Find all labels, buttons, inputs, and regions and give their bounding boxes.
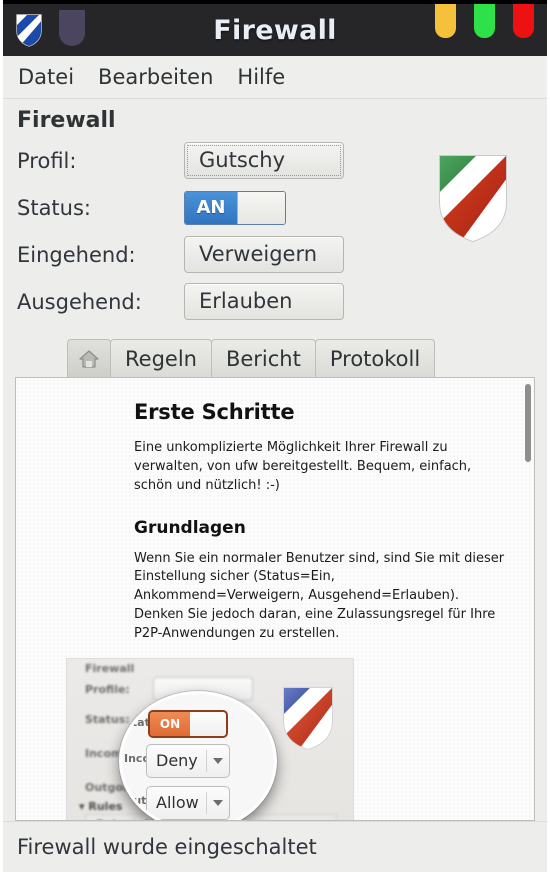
status-toggle[interactable]: AN	[184, 190, 286, 225]
doc-heading-grundlagen: Grundlagen	[134, 517, 246, 538]
documentation-panel: Erste Schritte Eine unkomplizierte Mögli…	[15, 377, 535, 821]
status-message: Firewall wurde eingeschaltet	[17, 835, 317, 859]
lens-incoming-value: Deny	[156, 751, 198, 771]
status-toggle-value: AN	[185, 191, 237, 224]
panel-scrollbar[interactable]	[522, 378, 534, 820]
window-controls	[435, 4, 534, 38]
profile-button[interactable]: Gutschy	[184, 142, 344, 179]
doc-paragraph-basics: Wenn Sie ein normaler Benutzer sind, sin…	[134, 550, 505, 641]
outgoing-button[interactable]: Erlauben	[184, 283, 344, 320]
firewall-shield-icon	[436, 152, 510, 244]
outgoing-label: Ausgehend:	[17, 289, 142, 314]
lens-toggle-value: ON	[150, 711, 190, 736]
lens-incoming-combo: Deny	[146, 743, 230, 778]
menubar: Datei Bearbeiten Hilfe	[3, 56, 547, 99]
rules-label: Rules	[88, 799, 123, 813]
magnifier-lens: Status: ON Incoming: Deny Outgoing:	[119, 690, 277, 820]
screenshot-title: Firewall	[85, 661, 135, 675]
doc-screenshot-illustration: Firewall Profile: Status: Incoming: Outg…	[66, 657, 354, 820]
home-icon	[79, 349, 99, 368]
close-button[interactable]	[513, 4, 534, 38]
lens-outgoing-value: Allow	[156, 793, 199, 813]
profile-label: Profil:	[17, 148, 77, 173]
lens-status-toggle: ON	[148, 709, 228, 738]
statusbar: Firewall wurde eingeschaltet	[3, 821, 547, 872]
table-header-rule: Rule	[86, 818, 134, 820]
minimize-button[interactable]	[435, 4, 456, 38]
titlebar: Firewall	[3, 0, 547, 56]
maximize-button[interactable]	[474, 4, 495, 38]
chevron-down-icon	[207, 799, 229, 806]
screenshot-shield-icon	[281, 685, 335, 751]
screenshot-rules-section: ▾ Rules	[79, 800, 122, 813]
documentation-content: Erste Schritte Eine unkomplizierte Mögli…	[16, 378, 534, 820]
status-label: Status:	[17, 195, 91, 220]
menu-item-bearbeiten[interactable]: Bearbeiten	[93, 63, 218, 91]
menu-item-datei[interactable]: Datei	[13, 63, 79, 91]
doc-heading-erste-schritte: Erste Schritte	[134, 400, 295, 424]
lens-outgoing-combo: Allow	[146, 785, 230, 820]
panel-scrollbar-thumb[interactable]	[525, 384, 531, 462]
incoming-button[interactable]: Verweigern	[184, 236, 344, 273]
shield-icon	[15, 13, 43, 47]
tab-protokoll[interactable]: Protokoll	[314, 339, 436, 377]
tab-regeln[interactable]: Regeln	[110, 339, 212, 377]
tab-bericht[interactable]: Bericht	[210, 339, 316, 377]
purple-indicator-icon	[59, 10, 85, 46]
menu-item-hilfe[interactable]: Hilfe	[232, 63, 290, 91]
rules-disclosure-icon: ▾	[79, 799, 85, 813]
page-title: Firewall	[17, 108, 116, 133]
screenshot-status-label: Status:	[85, 712, 130, 726]
incoming-label: Eingehend:	[17, 242, 136, 267]
doc-paragraph-intro: Eine unkomplizierte Möglichkeit Ihrer Fi…	[134, 440, 472, 493]
outgoing-row: Ausgehend: Erlauben	[17, 278, 547, 325]
titlebar-left-icons	[3, 10, 85, 47]
status-toggle-knob	[237, 191, 285, 224]
tab-home[interactable]	[67, 339, 111, 377]
settings-form: Profil: Gutschy Status: AN Eingehend: Ve…	[3, 137, 547, 325]
lens-toggle-knob	[190, 711, 226, 736]
firewall-app-window: Firewall Datei Bearbeiten Hilfe Firewall…	[0, 0, 550, 872]
main-content: Firewall Profil: Gutschy Status: AN Eing…	[3, 99, 547, 821]
tabbar: Regeln Bericht Protokoll	[3, 337, 547, 377]
screenshot-profile-label: Profile:	[85, 682, 130, 696]
chevron-down-icon	[207, 757, 229, 764]
